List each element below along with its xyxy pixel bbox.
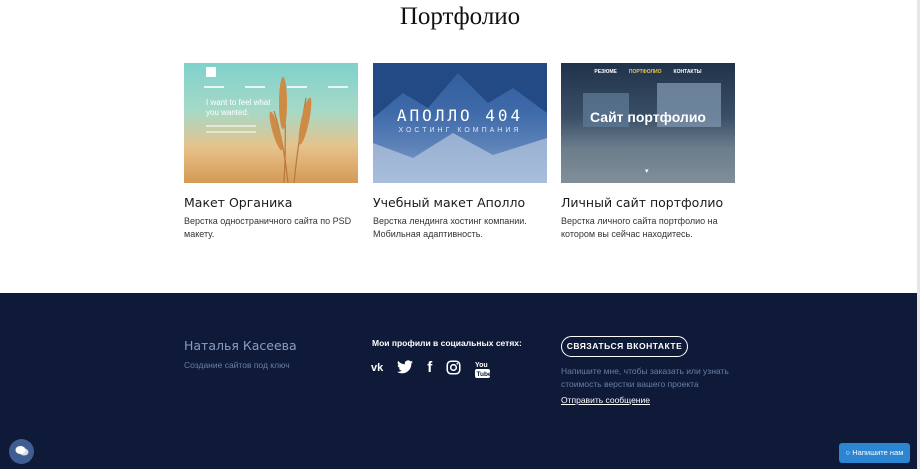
cta-note: Напишите мне, чтобы заказать или узнать … — [561, 366, 729, 389]
youtube-icon[interactable]: You Tube — [475, 360, 492, 378]
thumbnail-nav: РЕЗЮМЕ ПОРТФОЛИО КОНТАКТЫ — [594, 69, 702, 75]
socials-label: Мои профили в социальных сетях: — [372, 338, 522, 348]
vk-icon[interactable]: vk — [371, 360, 383, 376]
card-title[interactable]: Учебный макет Аполло — [373, 195, 547, 211]
portfolio-thumbnail-personal-site[interactable]: РЕЗЮМЕ ПОРТФОЛИО КОНТАКТЫ Сайт портфолио… — [561, 63, 735, 183]
portfolio-thumbnail-apollo[interactable]: АПОЛЛО 404 ХОСТИНГ КОМПАНИЯ — [373, 63, 547, 183]
twitter-icon[interactable] — [397, 360, 414, 376]
instagram-icon[interactable] — [446, 360, 461, 376]
social-links: vk f You Tube — [371, 360, 492, 378]
chat-icon[interactable] — [9, 439, 34, 464]
thumbnail-subtitle: ХОСТИНГ КОМПАНИЯ — [398, 127, 522, 134]
card-description: Верстка лендинга хостинг компании. Мобил… — [373, 216, 527, 239]
chevron-down-icon: ▾ — [645, 168, 649, 175]
page-title: Портфолио — [399, 3, 521, 30]
thumbnail-heading: Сайт портфолио — [590, 109, 706, 125]
portfolio-thumbnail-organica[interactable]: I want to feel what you wanted. — [184, 63, 358, 183]
facebook-icon[interactable]: f — [427, 360, 432, 376]
thumbnail-brand: АПОЛЛО 404 — [396, 106, 524, 125]
svg-text:You: You — [475, 362, 488, 369]
card-title[interactable]: Макет Органика — [184, 195, 358, 211]
wheat-icon — [269, 76, 312, 183]
svg-text:Tube: Tube — [477, 371, 491, 378]
write-us-button[interactable]: ○ Напишите нам — [839, 443, 910, 463]
card-description: Верстка одностраничного сайта по PSD мак… — [184, 216, 352, 239]
portfolio-card-personal-site[interactable]: РЕЗЮМЕ ПОРТФОЛИО КОНТАКТЫ Сайт портфолио… — [561, 63, 735, 241]
card-description: Верстка личного сайта портфолио на котор… — [561, 216, 718, 239]
card-title[interactable]: Личный сайт портфолио — [561, 195, 735, 211]
send-message-link[interactable]: Отправить сообщение — [561, 395, 650, 405]
write-us-label: Напишите нам — [852, 448, 904, 457]
footer-tagline: Создание сайтов под ключ — [184, 360, 290, 370]
chat-bubble-icon: ○ — [845, 448, 851, 457]
portfolio-card-apollo[interactable]: АПОЛЛО 404 ХОСТИНГ КОМПАНИЯ Учебный маке… — [373, 63, 547, 241]
portfolio-card-organica[interactable]: I want to feel what you wanted. Макет Ор… — [184, 63, 358, 241]
contact-vk-button[interactable]: СВЯЗАТЬСЯ ВКОНТАКТЕ — [561, 336, 688, 357]
footer-name: Наталья Касеева — [184, 338, 297, 353]
footer: Наталья Касеева Создание сайтов под ключ… — [0, 293, 920, 469]
